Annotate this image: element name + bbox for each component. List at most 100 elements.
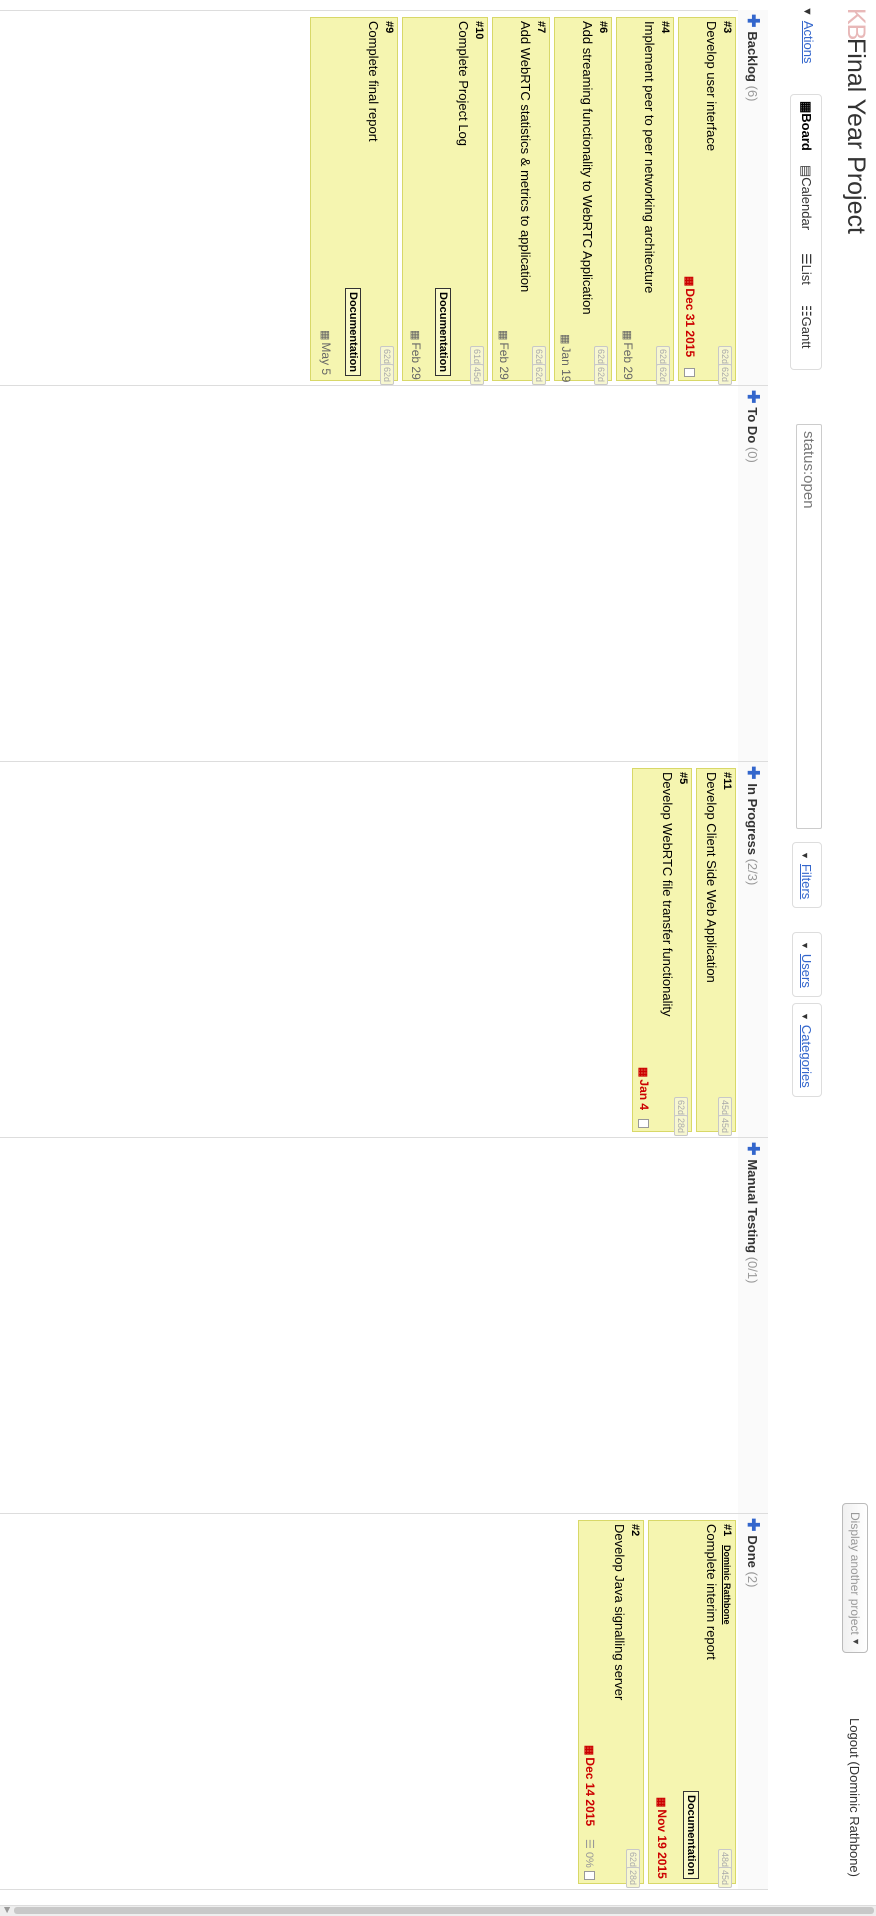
time-spent: 28d [674, 1115, 688, 1137]
category-tag[interactable]: Documentation [435, 288, 451, 377]
users-dropdown[interactable]: ▼ Users [792, 932, 822, 997]
tab-gantt[interactable]: ☷Gantt [791, 305, 821, 348]
due-date: ▦Feb 29 [497, 330, 511, 380]
task-id[interactable]: #10 [473, 21, 485, 39]
task-id[interactable]: #1 [721, 1524, 733, 1536]
column-todo [0, 386, 738, 762]
caret-down-icon: ▼ [800, 851, 810, 860]
project-selector[interactable]: Display another project ▼ [842, 1503, 868, 1653]
task-title[interactable]: Add WebRTC statistics & metrics to appli… [518, 21, 533, 292]
task-card[interactable]: #10 Complete Project Log 61d 45d Documen… [402, 17, 488, 386]
task-title[interactable]: Implement peer to peer networking archit… [642, 21, 657, 293]
scrollbar-thumb[interactable] [14, 1907, 874, 1914]
time-spent: 62d [656, 364, 670, 386]
time-spent: 28d [626, 1867, 640, 1889]
categories-link[interactable]: Categories [799, 1025, 814, 1088]
time-spent: 62d [532, 364, 546, 386]
task-id[interactable]: #7 [535, 21, 547, 33]
due-date: ▦May 5 [319, 330, 333, 375]
task-card[interactable]: #2 Develop Java signalling server 62d 28… [578, 1520, 644, 1889]
category-tag[interactable]: Documentation [683, 1791, 699, 1880]
due-date-text: Feb 29 [409, 342, 423, 380]
caret-down-icon: ▼ [800, 941, 810, 950]
task-title[interactable]: Develop Client Side Web Application [704, 772, 719, 983]
search-input[interactable] [796, 424, 822, 829]
task-card[interactable]: #11 Develop Client Side Web Application … [696, 768, 736, 1137]
caret-down-icon: ▼ [801, 6, 813, 17]
due-date: ▦Nov 19 2015 [655, 1797, 669, 1879]
task-id[interactable]: #6 [597, 21, 609, 33]
tab-list-label[interactable]: List [799, 265, 814, 285]
scroll-arrow-icon[interactable]: ▶ [3, 1907, 12, 1913]
add-task-icon[interactable]: ✚ [744, 14, 761, 27]
column-name: Manual Testing [745, 1159, 760, 1254]
due-date: ▦Dec 31 2015 [683, 276, 697, 357]
description-icon[interactable] [584, 1871, 595, 1880]
add-task-icon[interactable]: ✚ [744, 766, 761, 779]
logout-link[interactable]: Logout (Dominic Rathbone) [847, 1718, 862, 1877]
column-done: #1 Dominic Rathbone Complete interim rep… [0, 1514, 738, 1890]
add-task-icon[interactable]: ✚ [744, 390, 761, 403]
task-id[interactable]: #11 [721, 772, 733, 790]
category-tag[interactable]: Documentation [345, 288, 361, 377]
column-count: (6) [745, 85, 760, 102]
tab-gantt-label[interactable]: Gantt [799, 317, 814, 349]
filters-dropdown[interactable]: ▼ Filters [792, 842, 822, 909]
task-title[interactable]: Develop Java signalling server [612, 1524, 627, 1700]
task-card[interactable]: #7 Add WebRTC statistics & metrics to ap… [492, 17, 550, 386]
task-title[interactable]: Complete final report [366, 21, 381, 142]
task-title[interactable]: Add streaming functionality to WebRTC Ap… [580, 21, 595, 315]
column-header-todo: ✚ To Do (0) [738, 386, 768, 762]
column-name: Backlog [745, 31, 760, 82]
page-title: Final Year Project [842, 38, 870, 234]
task-card[interactable]: #6 Add streaming functionality to WebRTC… [554, 17, 612, 386]
users-link[interactable]: Users [799, 954, 814, 988]
task-card[interactable]: #9 Complete final report 62d 62d Documen… [310, 17, 398, 386]
app-logo[interactable]: KB [841, 8, 870, 39]
actions-link[interactable]: Actions [801, 21, 816, 64]
task-id[interactable]: #5 [677, 772, 689, 784]
assignee-link[interactable]: Dominic Rathbone [722, 1545, 732, 1625]
task-id[interactable]: #2 [629, 1524, 641, 1536]
task-id[interactable]: #9 [383, 21, 395, 33]
column-header-done: ✚ Done (2) [738, 1514, 768, 1890]
tab-list[interactable]: ☰List [791, 253, 821, 285]
actions-dropdown[interactable]: ▼ Actions [794, 6, 822, 64]
add-task-icon[interactable]: ✚ [744, 1142, 761, 1155]
task-card[interactable]: #1 Dominic Rathbone Complete interim rep… [648, 1520, 736, 1889]
description-icon[interactable] [638, 1119, 649, 1128]
board-icon: ▦ [799, 101, 814, 114]
due-date: ▦Dec 14 2015 [583, 1745, 597, 1826]
tab-board-label: Board [799, 113, 814, 151]
task-id[interactable]: #3 [721, 21, 733, 33]
time-spent: 62d [718, 364, 732, 386]
categories-dropdown[interactable]: ▼ Categories [792, 1003, 822, 1097]
task-title[interactable]: Develop WebRTC file transfer functionali… [660, 772, 675, 1016]
calendar-icon: ▦ [497, 330, 509, 341]
calendar-icon: ▤ [799, 165, 814, 178]
filters-link[interactable]: Filters [799, 864, 814, 899]
column-count: (2/3) [745, 858, 760, 886]
column-count: (0) [745, 446, 760, 463]
horizontal-scrollbar[interactable]: ▶ [0, 1905, 876, 1916]
task-card[interactable]: #3 Develop user interface 62d 62d ▦Dec 3… [678, 17, 736, 386]
time-spent: 62d [380, 364, 394, 386]
list-icon: ☰ [799, 253, 814, 265]
tab-calendar-label[interactable]: Calendar [799, 177, 814, 230]
task-card[interactable]: #4 Implement peer to peer networking arc… [616, 17, 674, 386]
task-title[interactable]: Develop user interface [704, 21, 719, 151]
task-id[interactable]: #4 [659, 21, 671, 33]
calendar-icon: ▦ [559, 334, 571, 345]
task-title[interactable]: Complete interim report [704, 1524, 719, 1660]
time-spent: 45d [718, 1115, 732, 1137]
task-title[interactable]: Complete Project Log [456, 21, 471, 146]
calendar-icon: ▦ [583, 1745, 595, 1756]
description-icon[interactable] [684, 368, 695, 377]
list-icon: ☰ [583, 1839, 595, 1849]
due-date-text: Feb 29 [497, 342, 511, 380]
tab-board[interactable]: ▦Board [791, 101, 821, 151]
add-task-icon[interactable]: ✚ [744, 1518, 761, 1531]
due-date-text: Jan 4 [637, 1079, 651, 1111]
tab-calendar[interactable]: ▤Calendar [791, 165, 821, 230]
task-card[interactable]: #5 Develop WebRTC file transfer function… [632, 768, 692, 1137]
